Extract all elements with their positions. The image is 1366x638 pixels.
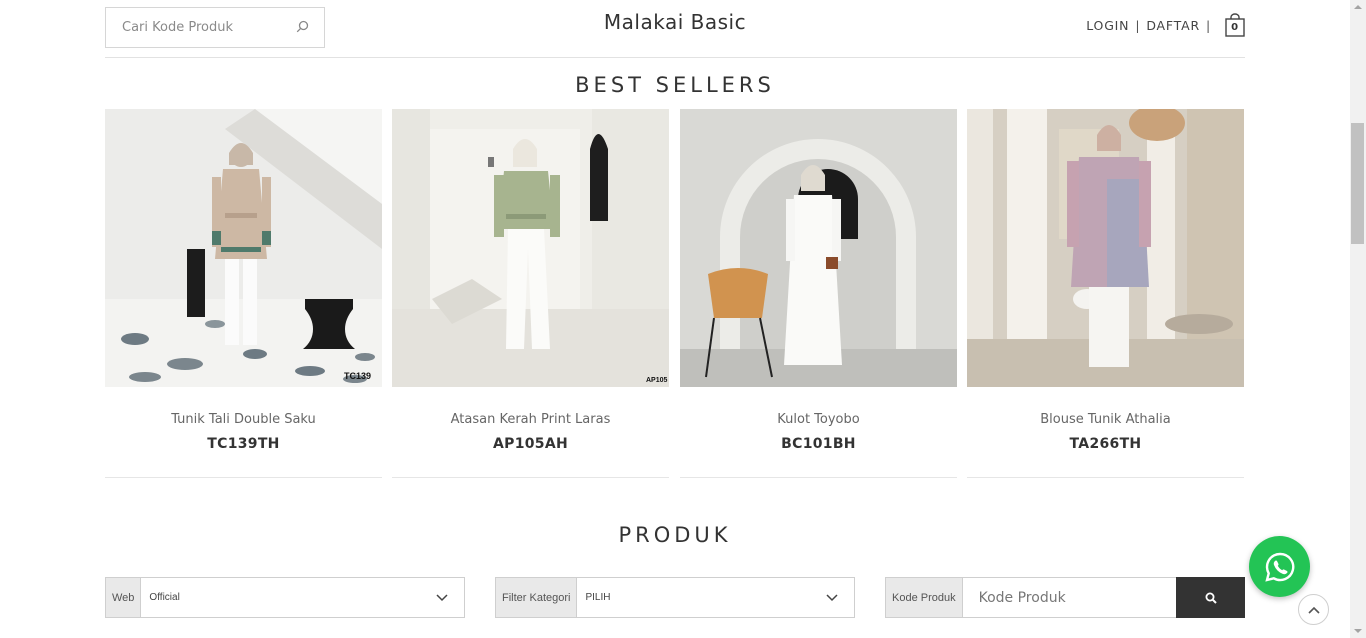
chevron-down-icon — [826, 593, 838, 601]
product-card[interactable]: Blouse Tunik Athalia TA266TH — [967, 109, 1244, 478]
search-icon — [1205, 592, 1217, 604]
product-card[interactable]: TC139 Tunik Tali Double Saku TC139TH — [105, 109, 382, 478]
search-icon[interactable] — [296, 20, 310, 34]
product-code-input[interactable] — [962, 578, 1177, 617]
account-nav: LOGIN | DAFTAR | 0 — [1086, 12, 1245, 38]
product-filters: Web Official Filter Kategori PILIH Kode … — [105, 577, 1245, 618]
whatsapp-icon — [1264, 552, 1294, 582]
web-select[interactable]: Official — [141, 578, 464, 617]
produk-heading-wrap: PRODUK — [0, 523, 1350, 547]
site-header: Malakai Basic LOGIN | DAFTAR | 0 — [105, 0, 1245, 58]
search-input[interactable] — [106, 8, 286, 47]
product-image-tag: TC139 — [344, 371, 372, 381]
product-image[interactable]: AP105 — [392, 109, 669, 387]
whatsapp-button[interactable] — [1249, 536, 1310, 597]
product-code: BC101BH — [781, 436, 856, 452]
best-sellers-title: BEST SELLERS — [575, 73, 775, 97]
product-name[interactable]: Atasan Kerah Print Laras — [392, 412, 669, 427]
nav-separator: | — [1205, 17, 1211, 33]
category-select-value: PILIH — [585, 592, 611, 603]
product-name[interactable]: Blouse Tunik Athalia — [967, 412, 1244, 427]
product-name[interactable]: Tunik Tali Double Saku — [105, 412, 382, 427]
code-filter: Kode Produk — [885, 577, 1245, 618]
product-image[interactable] — [680, 109, 957, 387]
product-image[interactable]: TC139 — [105, 109, 382, 387]
web-select-value: Official — [149, 592, 180, 603]
category-filter-label: Filter Kategori — [496, 578, 578, 617]
web-filter: Web Official — [105, 577, 465, 618]
code-filter-label: Kode Produk — [886, 578, 963, 617]
product-card[interactable]: Kulot Toyobo BC101BH — [680, 109, 957, 478]
best-sellers-grid: TC139 Tunik Tali Double Saku TC139TH AP1… — [105, 109, 1245, 479]
web-filter-label: Web — [106, 578, 142, 617]
produk-title: PRODUK — [618, 523, 732, 547]
scroll-down-arrow[interactable] — [1354, 629, 1362, 633]
category-filter: Filter Kategori PILIH — [495, 577, 855, 618]
cart-count: 0 — [1231, 22, 1239, 33]
scrollbar-thumb[interactable] — [1351, 123, 1364, 244]
chevron-up-icon — [1307, 606, 1320, 614]
back-to-top-button[interactable] — [1298, 594, 1329, 625]
product-code: TA266TH — [1069, 436, 1142, 452]
product-code: AP105AH — [493, 436, 568, 452]
product-image-tag: AP105 — [646, 377, 668, 384]
scroll-up-arrow[interactable] — [1354, 5, 1362, 9]
page-scrollbar[interactable] — [1350, 0, 1366, 638]
best-sellers-heading-wrap: BEST SELLERS — [0, 73, 1350, 97]
site-brand[interactable]: Malakai Basic — [604, 10, 746, 34]
register-link[interactable]: DAFTAR — [1146, 18, 1200, 33]
product-code-search-button[interactable] — [1176, 577, 1245, 618]
login-link[interactable]: LOGIN — [1086, 18, 1129, 33]
nav-separator: | — [1135, 17, 1141, 33]
header-search — [105, 7, 325, 48]
product-card[interactable]: AP105 Atasan Kerah Print Laras AP105AH — [392, 109, 669, 478]
cart-button[interactable]: 0 — [1225, 13, 1245, 37]
category-select[interactable]: PILIH — [577, 578, 854, 617]
product-code: TC139TH — [207, 436, 280, 452]
product-name[interactable]: Kulot Toyobo — [680, 412, 957, 427]
product-image[interactable] — [967, 109, 1244, 387]
chevron-down-icon — [436, 593, 448, 601]
